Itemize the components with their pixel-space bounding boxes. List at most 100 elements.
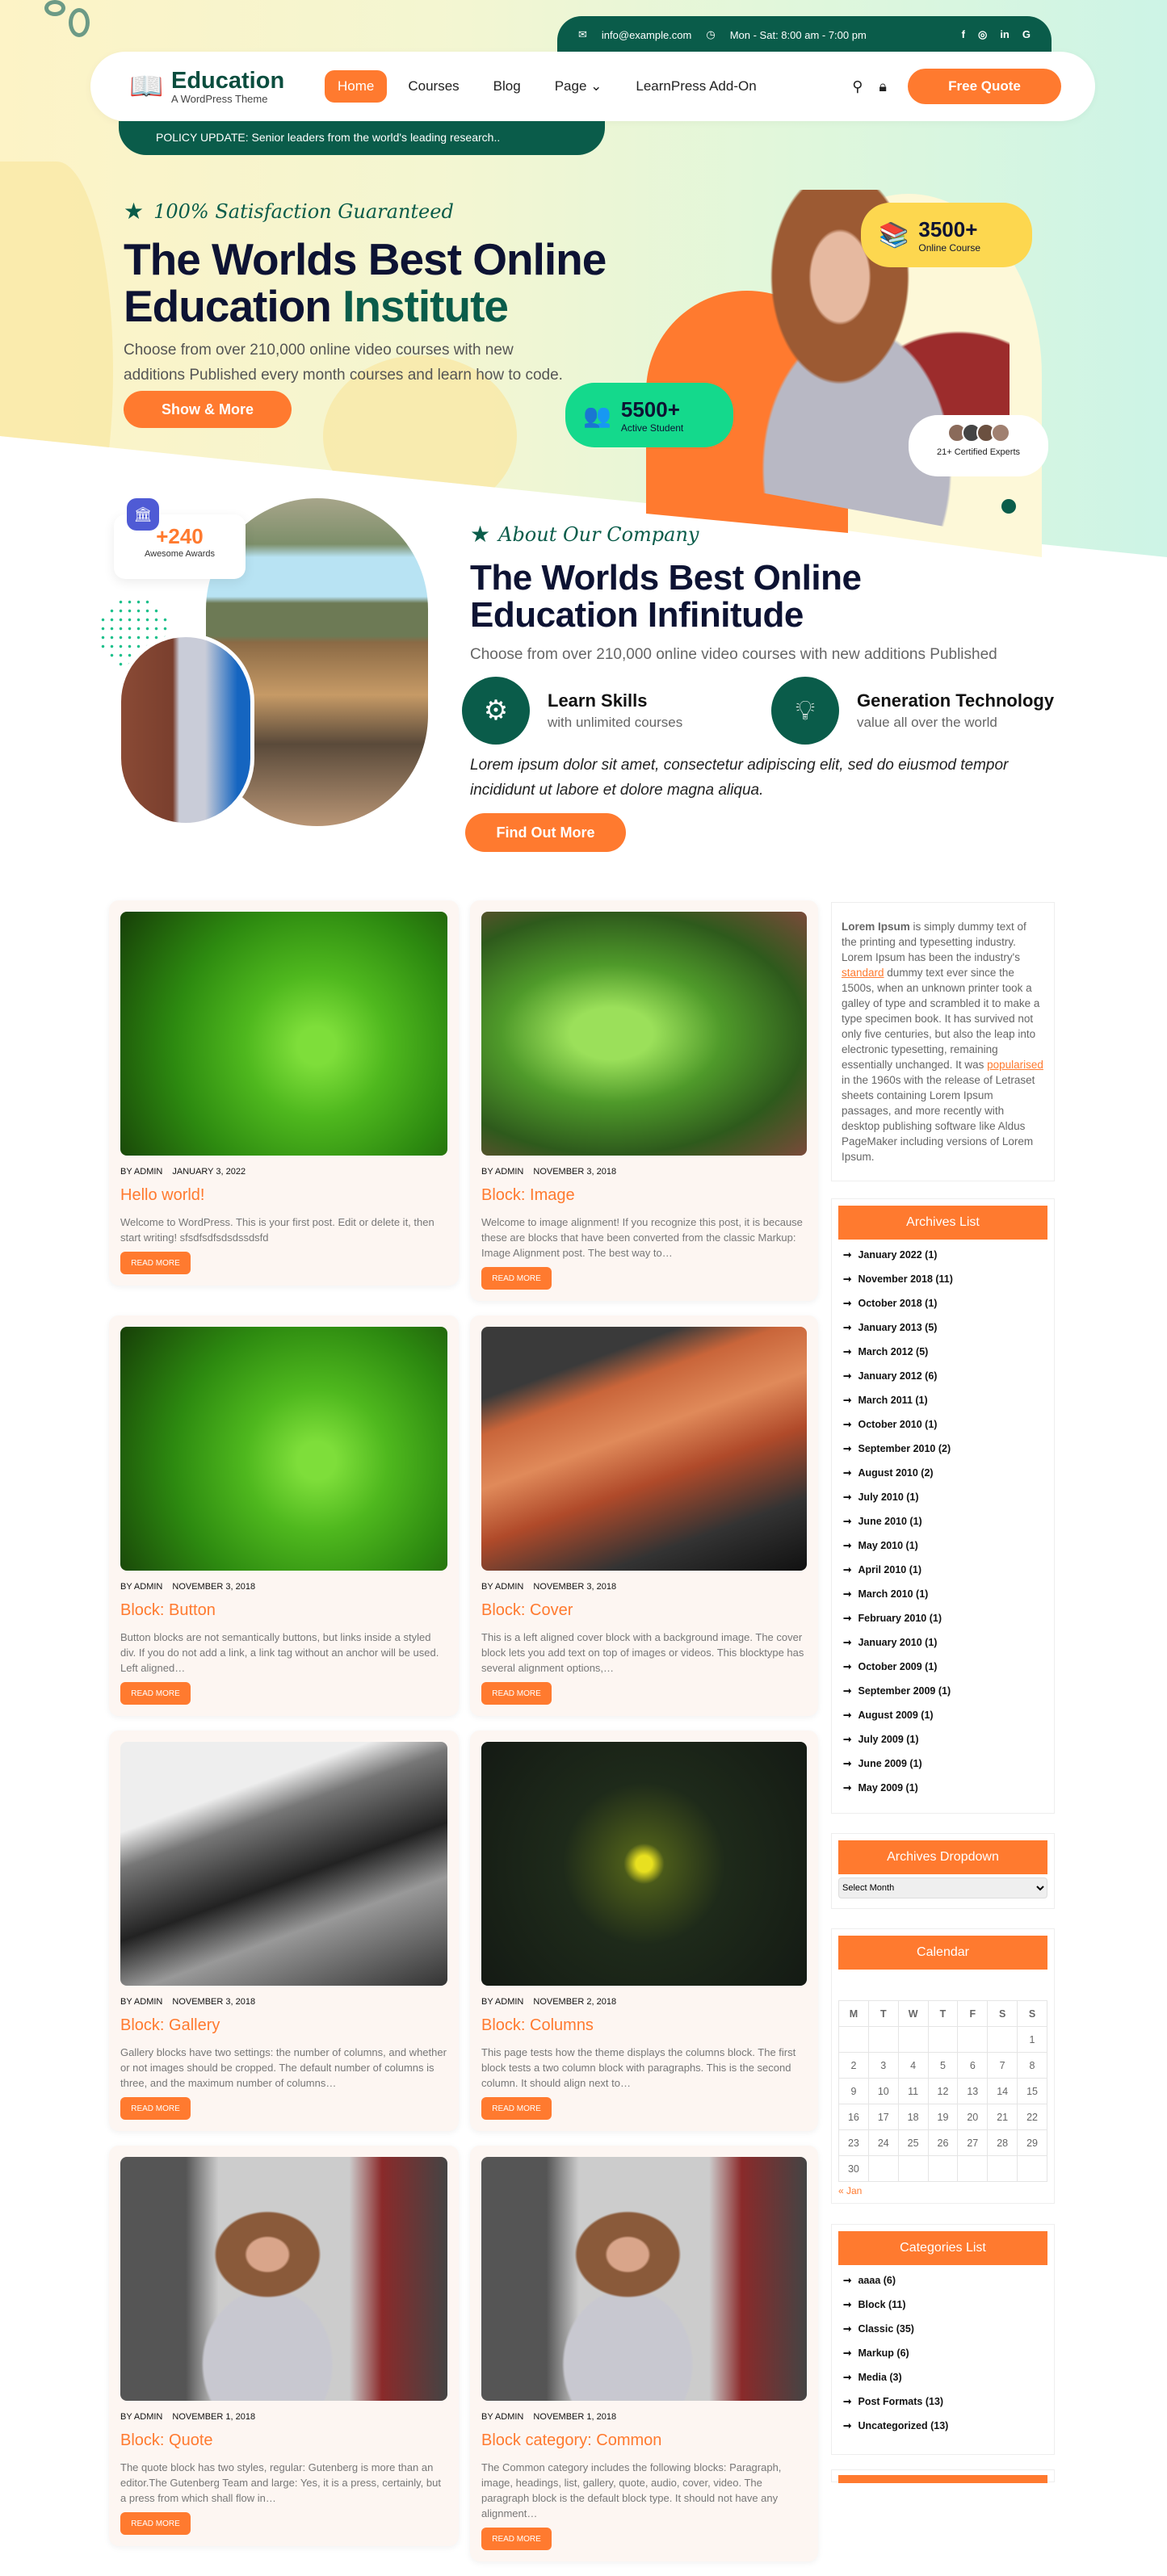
category-link[interactable]: ➞ Classic (35)	[843, 2317, 1043, 2341]
category-link[interactable]: ➞ Media (3)	[843, 2365, 1043, 2389]
post-date[interactable]: NOVEMBER 2, 2018	[533, 1997, 616, 2007]
nav-learnpress[interactable]: LearnPress Add-On	[623, 70, 769, 103]
post-image-green-leaf-droplets[interactable]	[120, 1327, 447, 1571]
archive-link[interactable]: ➞ April 2010 (1)	[843, 1558, 1043, 1582]
post-image-grayscale-texture[interactable]	[120, 1742, 447, 1986]
category-link[interactable]: ➞ Markup (6)	[843, 2341, 1043, 2365]
nav-page[interactable]: Page ⌄	[542, 70, 615, 103]
arrow-right-icon: ➞	[843, 2275, 852, 2286]
post-author[interactable]: BY ADMIN	[120, 1997, 162, 2007]
archive-link-label: January 2022 (1)	[858, 1249, 938, 1261]
archive-link[interactable]: ➞ November 2018 (11)	[843, 1267, 1043, 1291]
post-date[interactable]: NOVEMBER 1, 2018	[172, 2412, 255, 2422]
find-out-more-button[interactable]: Find Out More	[465, 813, 626, 852]
archive-link[interactable]: ➞ May 2010 (1)	[843, 1533, 1043, 1558]
read-more-button[interactable]: READ MORE	[481, 1682, 552, 1705]
post-date[interactable]: NOVEMBER 3, 2018	[533, 1582, 616, 1592]
post-title[interactable]: Block: Button	[120, 1601, 447, 1620]
instagram-icon[interactable]: ◎	[978, 28, 987, 41]
post-author[interactable]: BY ADMIN	[481, 1997, 523, 2007]
archive-link[interactable]: ➞ February 2010 (1)	[843, 1606, 1043, 1630]
read-more-button[interactable]: READ MORE	[120, 2097, 191, 2120]
linkedin-icon[interactable]: in	[1000, 28, 1010, 41]
nav-blog[interactable]: Blog	[481, 70, 534, 103]
read-more-button[interactable]: READ MORE	[481, 2097, 552, 2120]
policy-update-bar[interactable]: POLICY UPDATE: Senior leaders from the w…	[119, 121, 605, 155]
archive-link[interactable]: ➞ May 2009 (1)	[843, 1776, 1043, 1800]
post-author[interactable]: BY ADMIN	[481, 1167, 523, 1177]
archive-link[interactable]: ➞ July 2010 (1)	[843, 1485, 1043, 1509]
post-title[interactable]: Block: Columns	[481, 2016, 807, 2035]
archive-link[interactable]: ➞ September 2010 (2)	[843, 1437, 1043, 1461]
open-book-icon: 📖	[129, 71, 164, 102]
post-author[interactable]: BY ADMIN	[481, 1582, 523, 1592]
feature-subtitle: value all over the world	[857, 715, 997, 730]
post-image-green-leaf-droplets[interactable]	[120, 912, 447, 1156]
read-more-button[interactable]: READ MORE	[120, 2512, 191, 2535]
post-author[interactable]: BY ADMIN	[120, 1167, 162, 1177]
post-image-fern[interactable]	[481, 912, 807, 1156]
post-image-woman-cheering[interactable]	[120, 2157, 447, 2401]
standard-link[interactable]: standard	[842, 967, 884, 979]
archive-link[interactable]: ➞ June 2010 (1)	[843, 1509, 1043, 1533]
read-more-button[interactable]: READ MORE	[481, 1267, 552, 1290]
category-link[interactable]: ➞ Uncategorized (13)	[843, 2414, 1043, 2438]
post-title[interactable]: Block category: Common	[481, 2431, 807, 2450]
contact-email[interactable]: info@example.com	[602, 29, 691, 41]
archive-link[interactable]: ➞ October 2009 (1)	[843, 1655, 1043, 1679]
archive-link[interactable]: ➞ January 2022 (1)	[843, 1243, 1043, 1267]
facebook-icon[interactable]: f	[962, 28, 965, 41]
google-icon[interactable]: G	[1022, 28, 1031, 41]
post-image-woman-cheering[interactable]	[481, 2157, 807, 2401]
post-title[interactable]: Hello world!	[120, 1185, 447, 1205]
archive-link[interactable]: ➞ January 2013 (5)	[843, 1315, 1043, 1340]
archive-link[interactable]: ➞ October 2010 (1)	[843, 1412, 1043, 1437]
post-date[interactable]: JANUARY 3, 2022	[172, 1167, 246, 1177]
archive-link[interactable]: ➞ September 2009 (1)	[843, 1679, 1043, 1703]
archive-link[interactable]: ➞ July 2009 (1)	[843, 1727, 1043, 1752]
post-author[interactable]: BY ADMIN	[120, 2412, 162, 2422]
post-title[interactable]: Block: Gallery	[120, 2016, 447, 2035]
archive-link[interactable]: ➞ August 2009 (1)	[843, 1703, 1043, 1727]
post-author[interactable]: BY ADMIN	[481, 2412, 523, 2422]
calendar-prev-link[interactable]: « Jan	[838, 2185, 1047, 2196]
post-image-rusted-wood[interactable]	[481, 1327, 807, 1571]
free-quote-button[interactable]: Free Quote	[908, 69, 1061, 104]
category-link[interactable]: ➞ Block (11)	[843, 2293, 1043, 2317]
post-title[interactable]: Block: Cover	[481, 1601, 807, 1620]
archive-link[interactable]: ➞ January 2012 (6)	[843, 1364, 1043, 1388]
post-title[interactable]: Block: Image	[481, 1185, 807, 1205]
category-link[interactable]: ➞ aaaa (6)	[843, 2268, 1043, 2293]
archive-link-label: September 2010 (2)	[858, 1443, 951, 1454]
post-date[interactable]: NOVEMBER 3, 2018	[533, 1167, 616, 1177]
search-icon[interactable]: ⚲	[852, 78, 863, 95]
post-title[interactable]: Block: Quote	[120, 2431, 447, 2450]
show-more-button[interactable]: Show & More	[124, 391, 292, 428]
archive-link[interactable]: ➞ June 2009 (1)	[843, 1752, 1043, 1776]
cart-icon[interactable]: 🔒︎	[879, 78, 887, 95]
read-more-button[interactable]: READ MORE	[120, 1252, 191, 1274]
post-card: BY ADMIN NOVEMBER 1, 2018 Block: Quote The …	[109, 2146, 459, 2546]
post-date[interactable]: NOVEMBER 3, 2018	[172, 1997, 255, 2007]
archive-link[interactable]: ➞ March 2011 (1)	[843, 1388, 1043, 1412]
post-date[interactable]: NOVEMBER 1, 2018	[533, 2412, 616, 2422]
read-more-button[interactable]: READ MORE	[120, 1682, 191, 1705]
post-author[interactable]: BY ADMIN	[120, 1582, 162, 1592]
post-date[interactable]: NOVEMBER 3, 2018	[172, 1582, 255, 1592]
arrow-right-icon: ➞	[843, 2323, 852, 2335]
calendar-day	[1017, 2155, 1047, 2182]
category-link[interactable]: ➞ Post Formats (13)	[843, 2389, 1043, 2414]
archive-link[interactable]: ➞ January 2010 (1)	[843, 1630, 1043, 1655]
lightbulb-computer-icon: 💡︎	[771, 677, 839, 745]
nav-home[interactable]: Home	[325, 70, 388, 103]
archive-link[interactable]: ➞ October 2018 (1)	[843, 1291, 1043, 1315]
archive-link[interactable]: ➞ March 2010 (1)	[843, 1582, 1043, 1606]
archive-link[interactable]: ➞ August 2010 (2)	[843, 1461, 1043, 1485]
nav-courses[interactable]: Courses	[395, 70, 472, 103]
read-more-button[interactable]: READ MORE	[481, 2528, 552, 2550]
logo[interactable]: 📖 Education A WordPress Theme	[129, 69, 307, 105]
archives-month-select[interactable]: Select Month	[838, 1877, 1047, 1898]
archive-link[interactable]: ➞ March 2012 (5)	[843, 1340, 1043, 1364]
popularised-link[interactable]: popularised	[987, 1059, 1043, 1071]
post-image-triforce-dark[interactable]	[481, 1742, 807, 1986]
